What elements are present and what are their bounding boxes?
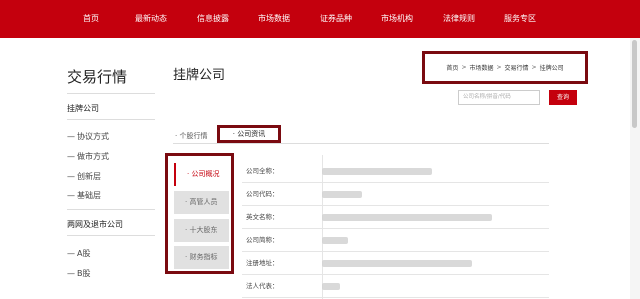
nav-item-latest-news[interactable]: 最新动态 — [135, 0, 167, 38]
breadcrumb-trading[interactable]: 交易行情 — [505, 63, 529, 72]
sidebar-item-label: 基础层 — [77, 191, 101, 200]
dash-icon: — — [67, 152, 75, 161]
search-button[interactable]: 查询 — [549, 90, 577, 105]
redacted-value — [322, 214, 492, 221]
breadcrumb-market-data[interactable]: 市场数据 — [469, 63, 493, 72]
sidebar-section-listed-companies[interactable]: 挂牌公司 — [67, 103, 99, 114]
dash-icon: — — [67, 269, 75, 278]
info-row: 公司全称： — [242, 160, 549, 183]
redacted-value — [322, 283, 340, 290]
breadcrumb-highlight: 首页 > 市场数据 > 交易行情 > 挂牌公司 — [422, 51, 588, 84]
sidebar-divider — [67, 209, 155, 210]
breadcrumb-current: 挂牌公司 — [539, 65, 564, 72]
sidebar-divider — [67, 93, 155, 94]
menu-item-overview[interactable]: · 公司概况 — [174, 163, 229, 186]
menu-item-top-shareholders[interactable]: · 十大股东 — [174, 219, 229, 242]
info-row: 公司简称： — [242, 229, 549, 252]
nav-item-market-data[interactable]: 市场数据 — [258, 0, 290, 38]
dash-icon: — — [67, 191, 75, 200]
info-label: 法人代表： — [246, 282, 279, 290]
sidebar-divider — [67, 235, 155, 236]
sidebar-item-label: A股 — [77, 249, 91, 258]
redacted-value — [322, 168, 432, 175]
info-label: 公司全称： — [246, 167, 279, 175]
sidebar-item-b-shares[interactable]: — B股 — [67, 268, 91, 279]
info-label: 公司简称： — [246, 236, 279, 244]
tab-stock-quotes[interactable]: · 个股行情 — [175, 131, 207, 141]
scrollbar-thumb[interactable] — [632, 40, 637, 128]
page-title: 挂牌公司 — [173, 68, 226, 83]
redacted-value — [322, 260, 472, 267]
info-row: 注册地址： — [242, 252, 549, 275]
breadcrumb-home[interactable]: 首页 — [446, 63, 458, 72]
sidebar-item-basic[interactable]: — 基础层 — [67, 190, 101, 201]
menu-item-executives[interactable]: · 高管人员 — [174, 191, 229, 214]
nav-item-institutions[interactable]: 市场机构 — [381, 0, 413, 38]
info-row: 法人代表： — [242, 275, 549, 298]
breadcrumb: 首页 > 市场数据 > 交易行情 > 挂牌公司 — [425, 54, 585, 81]
info-row: 英文名称： — [242, 206, 549, 229]
sidebar-item-innovation[interactable]: — 创新层 — [67, 171, 101, 182]
menu-item-financials[interactable]: · 财务指标 — [174, 246, 229, 269]
sidebar-section-delisted[interactable]: 两网及退市公司 — [67, 219, 123, 230]
sidebar-divider — [67, 119, 155, 120]
breadcrumb-separator: > — [461, 64, 467, 71]
dash-icon: — — [67, 132, 75, 141]
nav-item-services[interactable]: 服务专区 — [504, 0, 536, 38]
nav-item-laws-rules[interactable]: 法律规则 — [443, 0, 475, 38]
breadcrumb-separator: > — [531, 64, 537, 71]
sidebar-item-label: B股 — [77, 269, 91, 278]
company-menu-highlight: · 公司概况 · 高管人员 · 十大股东 · 财务指标 — [165, 153, 234, 274]
redacted-value — [322, 191, 362, 198]
search-input[interactable]: 公司名称/拼音/代码 — [458, 90, 540, 105]
sidebar-item-market-making[interactable]: — 做市方式 — [67, 151, 109, 162]
info-row: 公司代码： — [242, 183, 549, 206]
sidebar-item-label: 做市方式 — [77, 152, 109, 161]
sidebar-item-label: 协议方式 — [77, 132, 109, 141]
info-label: 注册地址： — [246, 259, 279, 267]
tab-divider — [173, 143, 549, 144]
sidebar-title: 交易行情 — [67, 68, 128, 86]
nav-item-disclosure[interactable]: 信息披露 — [197, 0, 229, 38]
sidebar-item-label: 创新层 — [77, 172, 101, 181]
tab-company-info[interactable]: · 公司资讯 — [220, 128, 278, 140]
dash-icon: — — [67, 172, 75, 181]
sidebar-item-agreement[interactable]: — 协议方式 — [67, 131, 109, 142]
info-label: 英文名称： — [246, 213, 279, 221]
top-navigation-bar: 首页 最新动态 信息披露 市场数据 证券品种 市场机构 法律规则 服务专区 — [0, 0, 640, 38]
breadcrumb-separator: > — [496, 64, 502, 71]
dash-icon: — — [67, 249, 75, 258]
info-label: 公司代码： — [246, 190, 279, 198]
nav-item-home[interactable]: 首页 — [83, 0, 99, 38]
sidebar-item-a-shares[interactable]: — A股 — [67, 248, 90, 259]
tab-highlight: · 公司资讯 — [217, 125, 281, 143]
redacted-value — [322, 237, 348, 244]
nav-item-securities[interactable]: 证券品种 — [320, 0, 352, 38]
